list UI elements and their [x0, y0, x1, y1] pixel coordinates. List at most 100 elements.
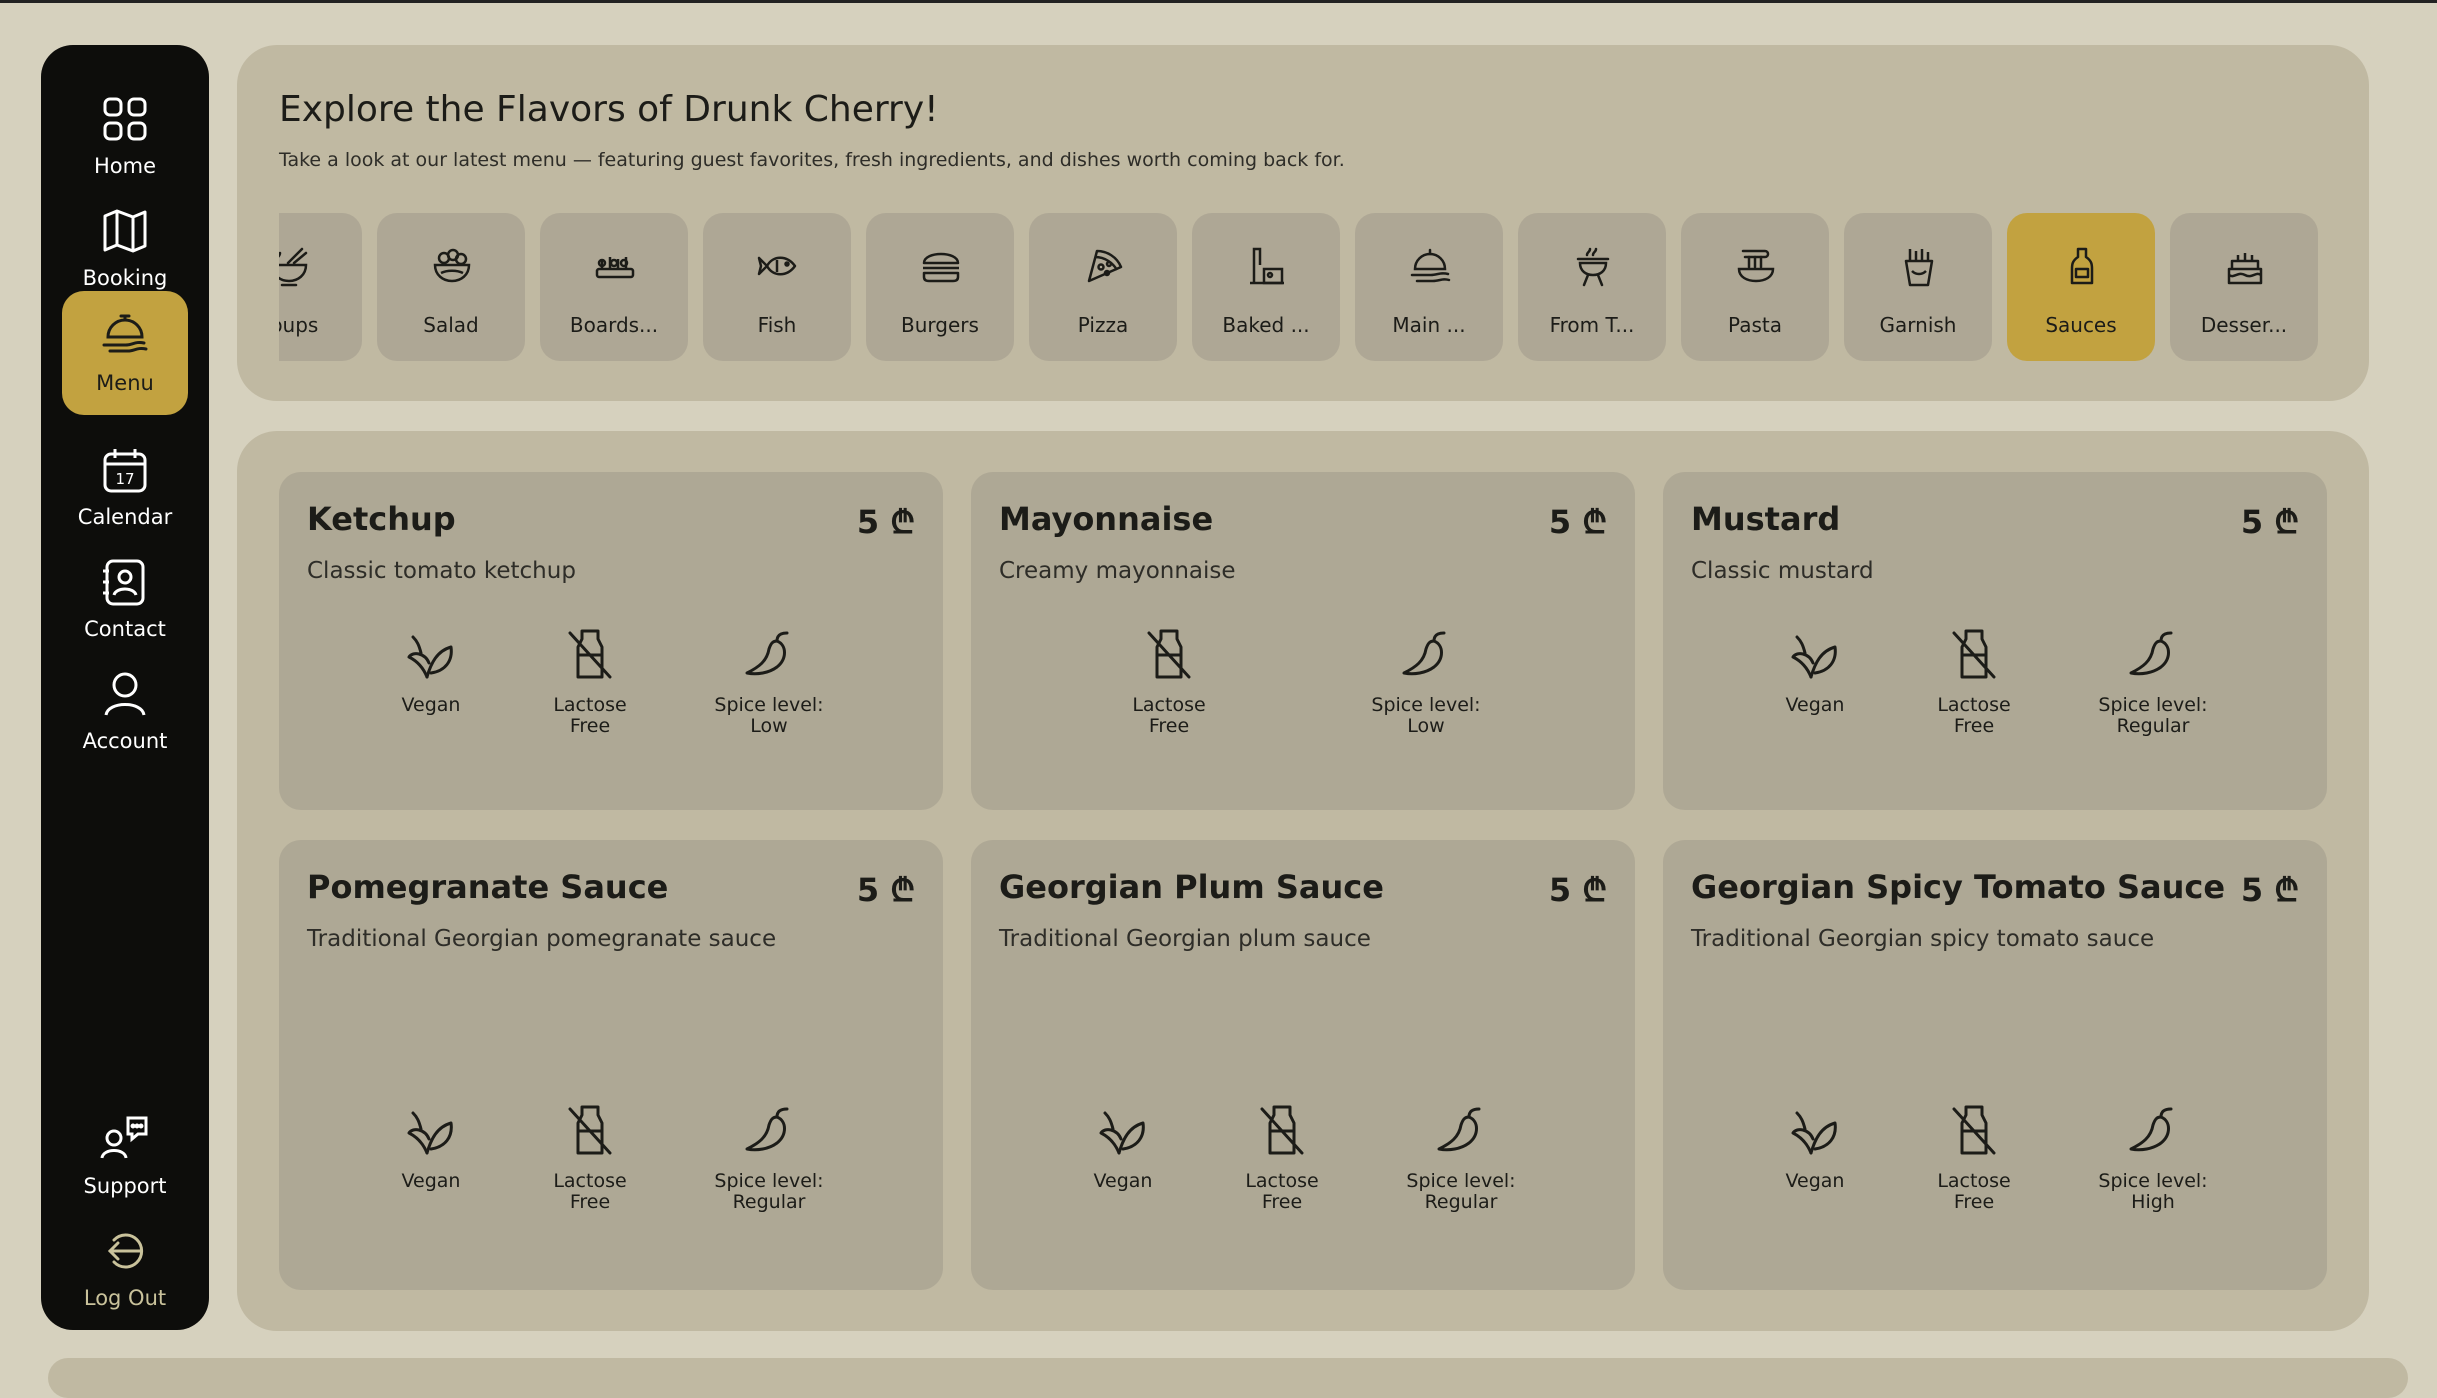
category-main[interactable]: Main ...: [1355, 213, 1503, 361]
attr-spice-level: Spice level: High: [2083, 1103, 2223, 1213]
fish-icon: [757, 245, 799, 287]
oven-icon: [1246, 245, 1288, 287]
soup-bowl-icon: [279, 245, 310, 287]
category-soups[interactable]: Soups: [279, 213, 362, 361]
attr-label: Vegan: [1093, 1170, 1153, 1192]
attr-label: Spice level: High: [2098, 1170, 2208, 1213]
cake-icon: [2224, 245, 2266, 287]
salad-bowl-icon: [431, 245, 473, 287]
menu-item-card[interactable]: Pomegranate Sauce 5 ₾ Traditional Georgi…: [279, 840, 943, 1290]
item-name: Georgian Spicy Tomato Sauce: [1691, 868, 2226, 906]
attr-vegan: Vegan: [361, 627, 501, 716]
category-salad[interactable]: Salad: [377, 213, 525, 361]
menu-items-panel: Ketchup 5 ₾ Classic tomato ketchup Vegan…: [237, 431, 2369, 1331]
attr-lactose-free: Lactose Free: [1904, 1103, 2044, 1213]
nav-logout-label: Log Out: [83, 1286, 167, 1310]
nav-logout[interactable]: Log Out: [62, 1212, 188, 1328]
cloche-icon: [1409, 245, 1451, 287]
chili-pepper-icon: [1433, 1103, 1489, 1159]
attr-lactose-free: Lactose Free: [520, 627, 660, 737]
item-description: Classic tomato ketchup: [307, 558, 576, 584]
pizza-icon: [1083, 245, 1125, 287]
attr-spice-level: Spice level: Low: [699, 627, 839, 737]
menu-item-card[interactable]: Mayonnaise 5 ₾ Creamy mayonnaise Lactose…: [971, 472, 1635, 810]
chili-pepper-icon: [1398, 627, 1454, 683]
nav-contact-label: Contact: [84, 617, 166, 641]
page-title: Explore the Flavors of Drunk Cherry!: [279, 89, 939, 130]
item-price: 5 ₾: [2240, 503, 2299, 541]
attr-vegan: Vegan: [1745, 1103, 1885, 1192]
logout-icon: [100, 1226, 150, 1276]
nav-home-label: Home: [93, 154, 156, 178]
attr-lactose-free: Lactose Free: [1904, 627, 2044, 737]
category-boards[interactable]: Boards...: [540, 213, 688, 361]
category-desserts[interactable]: Desser...: [2170, 213, 2318, 361]
nav-booking-label: Booking: [82, 266, 168, 290]
item-description: Traditional Georgian spicy tomato sauce: [1691, 926, 2155, 952]
nav-menu[interactable]: Menu: [62, 291, 188, 415]
menu-item-card[interactable]: Georgian Spicy Tomato Sauce 5 ₾ Traditio…: [1663, 840, 2327, 1290]
grid-icon: [100, 94, 150, 144]
category-fish[interactable]: Fish: [703, 213, 851, 361]
nav-support[interactable]: Support: [62, 1100, 188, 1216]
attr-label: Spice level: Regular: [1406, 1170, 1516, 1213]
grill-icon: [1572, 245, 1614, 287]
item-name: Mayonnaise: [999, 500, 1214, 538]
category-sauces[interactable]: Sauces: [2007, 213, 2155, 361]
next-section-edge: [48, 1358, 2408, 1398]
attr-label: Lactose Free: [1937, 1170, 2011, 1213]
nav-contact[interactable]: Contact: [62, 543, 188, 659]
menu-item-card[interactable]: Ketchup 5 ₾ Classic tomato ketchup Vegan…: [279, 472, 943, 810]
category-garnish[interactable]: Garnish: [1844, 213, 1992, 361]
leaf-icon: [403, 627, 459, 683]
attr-vegan: Vegan: [1745, 627, 1885, 716]
attr-vegan: Vegan: [361, 1103, 501, 1192]
nav-menu-label: Menu: [96, 371, 154, 395]
attr-label: Lactose Free: [1245, 1170, 1319, 1213]
nav-home[interactable]: Home: [62, 80, 188, 196]
nav-calendar[interactable]: 17 Calendar: [62, 431, 188, 547]
item-price: 5 ₾: [2240, 871, 2299, 909]
attr-label: Spice level: Low: [714, 694, 824, 737]
attr-lactose-free: Lactose Free: [1099, 627, 1239, 737]
attr-lactose-free: Lactose Free: [520, 1103, 660, 1213]
category-pizza[interactable]: Pizza: [1029, 213, 1177, 361]
category-label: Garnish: [1879, 313, 1957, 337]
attr-lactose-free: Lactose Free: [1212, 1103, 1352, 1213]
item-name: Georgian Plum Sauce: [999, 868, 1384, 906]
attr-label: Vegan: [401, 694, 461, 716]
nav-account-label: Account: [82, 729, 168, 753]
attr-label: Spice level: Regular: [2098, 694, 2208, 737]
attr-label: Lactose Free: [553, 1170, 627, 1213]
category-from-the-grill[interactable]: From T...: [1518, 213, 1666, 361]
category-burgers[interactable]: Burgers: [866, 213, 1014, 361]
category-label: Soups: [279, 313, 319, 337]
item-description: Classic mustard: [1691, 558, 1874, 584]
fries-icon: [1898, 245, 1940, 287]
menu-header-panel: Explore the Flavors of Drunk Cherry! Tak…: [237, 45, 2369, 401]
no-milk-icon: [1141, 627, 1197, 683]
attr-label: Lactose Free: [553, 694, 627, 737]
leaf-icon: [1787, 627, 1843, 683]
category-baked[interactable]: Baked ...: [1192, 213, 1340, 361]
category-label: From T...: [1549, 313, 1635, 337]
menu-item-card[interactable]: Mustard 5 ₾ Classic mustard Vegan Lactos…: [1663, 472, 2327, 810]
serving-cloche-icon: [100, 309, 150, 359]
board-icon: [594, 245, 636, 287]
category-carousel[interactable]: Soups Salad Boards... Fish Burgers Pizza…: [279, 213, 2327, 361]
category-label: Baked ...: [1222, 313, 1310, 337]
nav-support-label: Support: [83, 1174, 167, 1198]
attr-vegan: Vegan: [1053, 1103, 1193, 1192]
category-pasta[interactable]: Pasta: [1681, 213, 1829, 361]
window-top-edge: [0, 0, 2437, 3]
nav-account[interactable]: Account: [62, 655, 188, 771]
item-price: 5 ₾: [856, 503, 915, 541]
item-name: Pomegranate Sauce: [307, 868, 669, 906]
support-chat-icon: [100, 1114, 150, 1164]
calendar-icon: 17: [100, 445, 150, 495]
category-label: Fish: [757, 313, 797, 337]
category-label: Pizza: [1077, 313, 1129, 337]
no-milk-icon: [1254, 1103, 1310, 1159]
attr-spice-level: Spice level: Low: [1356, 627, 1496, 737]
menu-item-card[interactable]: Georgian Plum Sauce 5 ₾ Traditional Geor…: [971, 840, 1635, 1290]
